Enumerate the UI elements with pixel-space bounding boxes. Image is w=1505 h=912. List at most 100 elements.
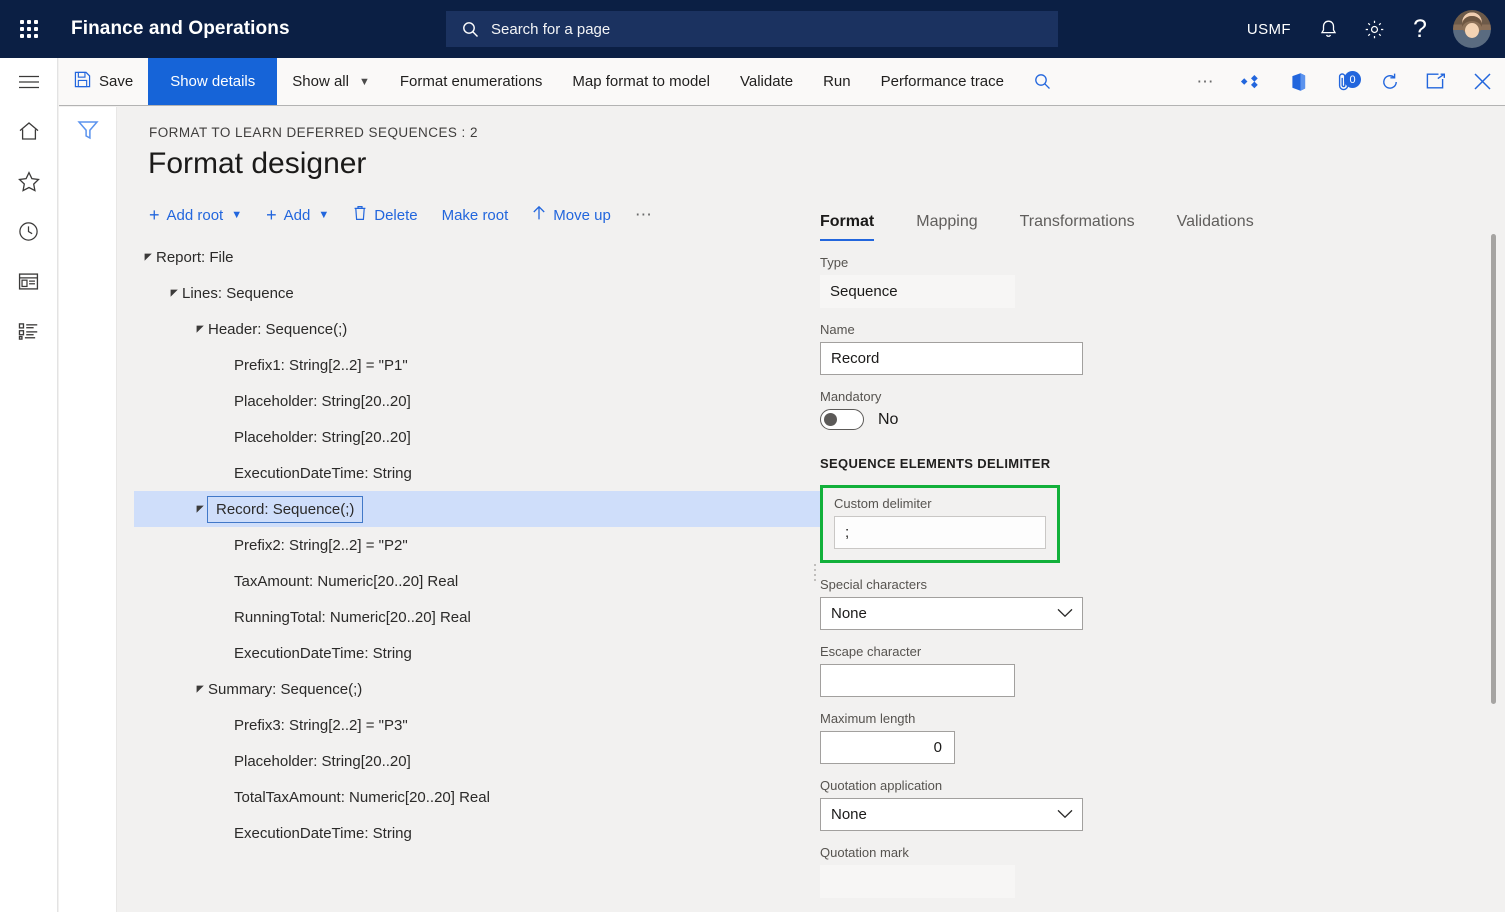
custom-delimiter-input[interactable]: ; [834,516,1046,549]
tab-mapping[interactable]: Mapping [916,213,997,241]
tree-node[interactable]: Report: File [134,239,824,275]
tree-node-label: Placeholder: String[20..20] [234,753,411,770]
delete-button[interactable]: Delete [341,199,429,231]
arrow-up-icon [532,205,546,225]
performance-trace-button[interactable]: Performance trace [866,58,1019,105]
mandatory-toggle-row: No [820,409,1480,430]
tree-node[interactable]: Placeholder: String[20..20] [134,383,824,419]
quotation-application-field: Quotation application None [820,778,1480,831]
tree-node-label: ExecutionDateTime: String [234,645,412,662]
tree-expand-icon[interactable] [192,505,208,514]
sequence-elements-delimiter-heading: SEQUENCE ELEMENTS DELIMITER [820,456,1480,471]
properties-scrollbar[interactable] [1491,234,1496,704]
tree-node-label: TaxAmount: Numeric[20..20] Real [234,573,458,590]
tree-node[interactable]: RunningTotal: Numeric[20..20] Real [134,599,824,635]
notes-attachments-icon[interactable]: 0 [1321,58,1367,105]
hamburger-menu-icon[interactable] [0,58,58,106]
recent-clock-icon[interactable] [0,206,58,256]
format-enumerations-button[interactable]: Format enumerations [385,58,558,105]
map-format-to-model-button[interactable]: Map format to model [557,58,725,105]
command-overflow-icon[interactable]: ⋯ [1183,58,1229,105]
tree-expand-icon[interactable] [166,289,182,298]
tree-node[interactable]: ExecutionDateTime: String [134,815,824,851]
tree-node-label: Prefix2: String[2..2] = "P2" [234,537,408,554]
filter-funnel-icon[interactable] [77,120,99,912]
tree-node[interactable]: Placeholder: String[20..20] [134,419,824,455]
command-search-icon[interactable] [1019,58,1065,105]
page-title: Format designer [148,147,366,181]
tree-node[interactable]: Prefix2: String[2..2] = "P2" [134,527,824,563]
delete-label: Delete [374,207,417,224]
tree-node-label: Prefix1: String[2..2] = "P1" [234,357,408,374]
tree-node[interactable]: TaxAmount: Numeric[20..20] Real [134,563,824,599]
tree-node[interactable]: Prefix3: String[2..2] = "P3" [134,707,824,743]
chevron-down-icon: ▼ [231,209,242,221]
name-label: Name [820,322,1480,337]
close-icon[interactable] [1459,58,1505,105]
mandatory-field: Mandatory No [820,389,1480,430]
save-button[interactable]: Save [59,58,148,105]
office-app-icon[interactable] [1275,58,1321,105]
tree-node[interactable]: Header: Sequence(;) [134,311,824,347]
tree-node[interactable]: ExecutionDateTime: String [134,635,824,671]
mandatory-toggle[interactable] [820,409,864,430]
tree-node-label: RunningTotal: Numeric[20..20] Real [234,609,471,626]
tab-validations[interactable]: Validations [1177,213,1274,241]
escape-character-input[interactable] [820,664,1015,697]
validate-button[interactable]: Validate [725,58,808,105]
maximum-length-input[interactable]: 0 [820,731,955,764]
top-navigation-bar: Finance and Operations Search for a page… [0,0,1505,58]
tree-expand-icon[interactable] [140,253,156,262]
save-label: Save [99,73,133,90]
special-characters-select[interactable]: None [820,597,1083,630]
tree-node[interactable]: TotalTaxAmount: Numeric[20..20] Real [134,779,824,815]
quotation-application-select[interactable]: None [820,798,1083,831]
tree-expand-icon[interactable] [192,325,208,334]
format-tree: Report: FileLines: SequenceHeader: Seque… [134,239,824,851]
search-placeholder-text: Search for a page [491,21,610,38]
show-details-button[interactable]: Show details [148,58,277,105]
tree-node[interactable]: Summary: Sequence(;) [134,671,824,707]
add-button[interactable]: + Add ▼ [254,200,341,230]
properties-panel: FormatMappingTransformationsValidations … [820,199,1480,912]
move-up-label: Move up [553,207,611,224]
favorites-star-icon[interactable] [0,156,58,206]
properties-tabs: Format Mapping Transformations Validations [820,199,1480,241]
tree-action-overflow-button[interactable]: ⋯ [623,199,666,231]
search-input[interactable]: Search for a page [446,11,1058,47]
attach-diamond-icon[interactable] [1229,58,1275,105]
refresh-icon[interactable] [1367,58,1413,105]
company-selector[interactable]: USMF [1233,0,1305,58]
run-button[interactable]: Run [808,58,866,105]
help-icon[interactable]: ? [1397,0,1443,58]
avatar[interactable] [1453,10,1491,48]
move-up-button[interactable]: Move up [520,199,623,231]
app-launcher-icon[interactable] [0,0,58,58]
make-root-button[interactable]: Make root [430,201,521,230]
open-in-new-window-icon[interactable] [1413,58,1459,105]
tree-node[interactable]: Record: Sequence(;) [134,491,822,527]
add-root-button[interactable]: + Add root ▼ [137,200,254,230]
quotation-mark-input[interactable] [820,865,1015,898]
show-all-dropdown[interactable]: Show all ▼ [277,58,385,105]
modules-list-icon[interactable] [0,306,58,356]
tab-transformations[interactable]: Transformations [1020,213,1155,241]
tree-node-label: Summary: Sequence(;) [208,681,362,698]
custom-delimiter-label: Custom delimiter [834,496,1046,511]
tree-node[interactable]: Prefix1: String[2..2] = "P1" [134,347,824,383]
toggle-knob [824,413,837,426]
name-input[interactable]: Record [820,342,1083,375]
home-icon[interactable] [0,106,58,156]
workspaces-icon[interactable] [0,256,58,306]
tree-expand-icon[interactable] [192,685,208,694]
panel-splitter-handle[interactable] [811,559,819,585]
tree-node[interactable]: ExecutionDateTime: String [134,455,824,491]
quotation-mark-field: Quotation mark [820,845,1480,898]
settings-gear-icon[interactable] [1351,0,1397,58]
tab-format[interactable]: Format [820,213,894,241]
command-bar: Save Show details Show all ▼ Format enum… [59,58,1505,106]
tree-node[interactable]: Placeholder: String[20..20] [134,743,824,779]
tree-node[interactable]: Lines: Sequence [134,275,824,311]
notifications-icon[interactable] [1305,0,1351,58]
app-title: Finance and Operations [71,18,290,40]
